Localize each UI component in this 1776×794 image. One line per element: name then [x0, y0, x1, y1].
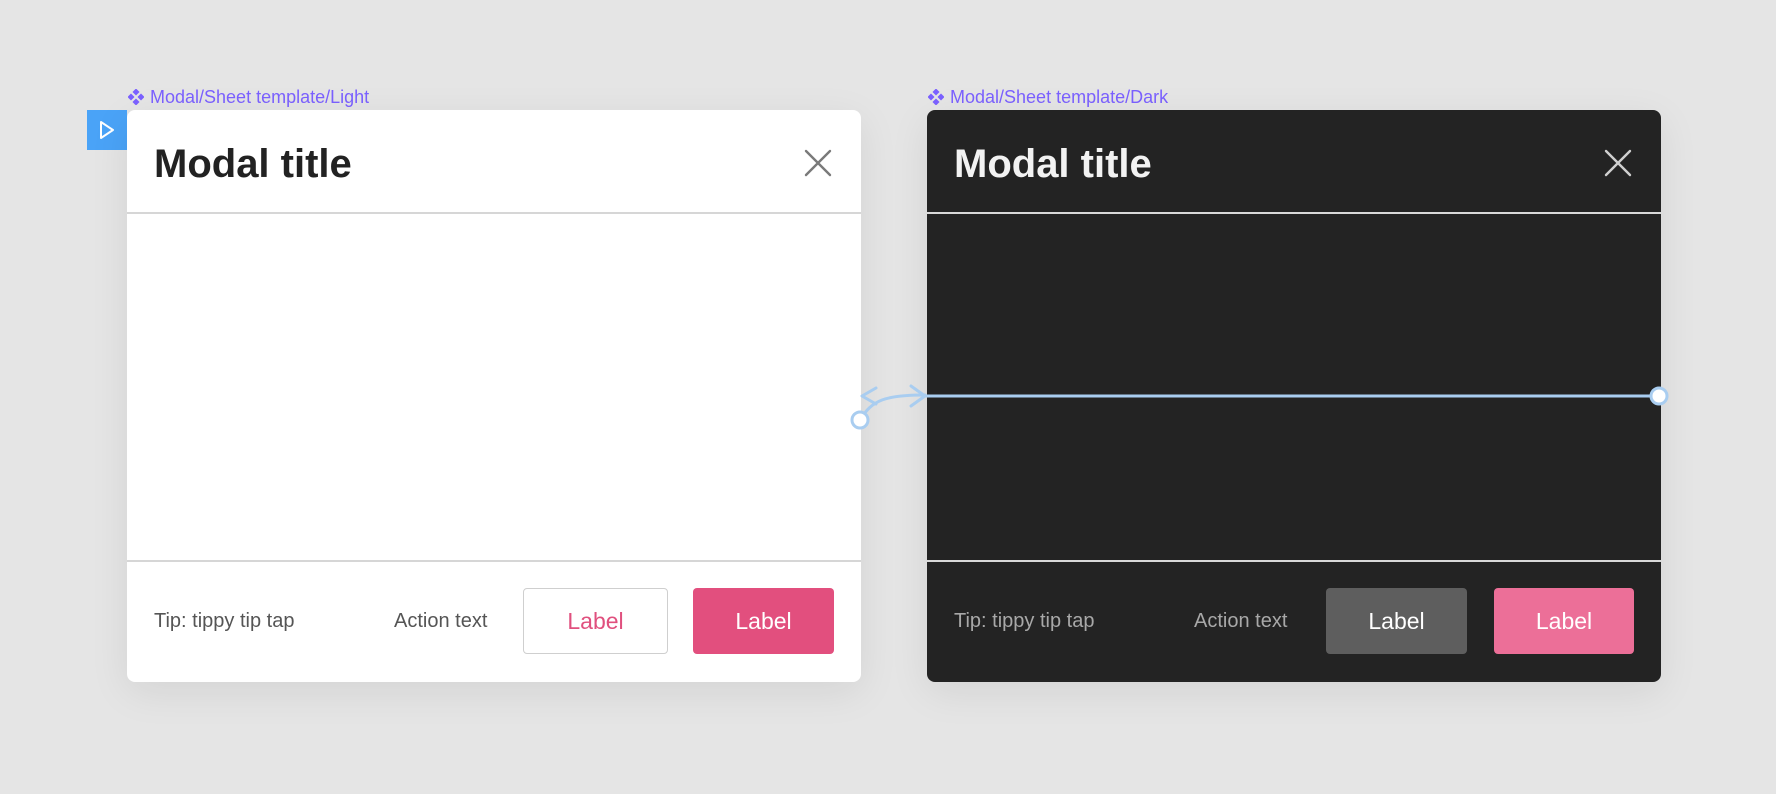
tip-text: Tip: tippy tip tap — [954, 610, 1095, 632]
component-label-light[interactable]: Modal/Sheet template/Light — [128, 86, 369, 108]
component-diamond-icon — [928, 89, 944, 105]
secondary-button[interactable]: Label — [523, 588, 668, 654]
component-label-text: Modal/Sheet template/Light — [150, 86, 370, 107]
modal-footer: Tip: tippy tip tap Action text Label Lab… — [127, 560, 861, 682]
modal-footer: Tip: tippy tip tap Action text Label Lab… — [927, 560, 1661, 682]
flow-start-button[interactable] — [87, 110, 127, 150]
connection-arrow-head — [909, 384, 927, 408]
primary-button[interactable]: Label — [1494, 588, 1634, 654]
connection-curve — [858, 393, 927, 422]
modal-dark[interactable]: Modal title Tip: tippy tip tap Action te… — [927, 110, 1661, 682]
secondary-button[interactable]: Label — [1326, 588, 1467, 654]
primary-button[interactable]: Label — [693, 588, 834, 654]
modal-header: Modal title — [927, 110, 1661, 214]
modal-title: Modal title — [954, 142, 1152, 186]
connection-arrow-left — [860, 386, 878, 406]
modal-body — [927, 214, 1661, 560]
close-button[interactable] — [1599, 144, 1637, 182]
modal-header: Modal title — [127, 110, 861, 214]
close-button[interactable] — [799, 144, 837, 182]
component-diamond-icon — [128, 89, 144, 105]
close-icon — [1604, 149, 1632, 177]
modal-body — [127, 214, 861, 560]
component-label-text: Modal/Sheet template/Dark — [950, 86, 1169, 107]
action-text-link[interactable]: Action text — [1194, 610, 1287, 633]
tip-text: Tip: tippy tip tap — [154, 610, 295, 632]
component-label-dark[interactable]: Modal/Sheet template/Dark — [928, 86, 1168, 108]
action-text-link[interactable]: Action text — [394, 610, 487, 633]
modal-light[interactable]: Modal title Tip: tippy tip tap Action te… — [127, 110, 861, 682]
play-icon — [100, 121, 114, 139]
close-icon — [804, 149, 832, 177]
modal-title: Modal title — [154, 142, 352, 186]
